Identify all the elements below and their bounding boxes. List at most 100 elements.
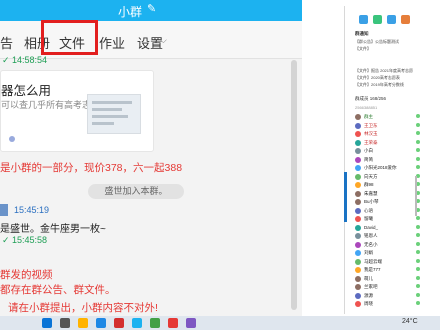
system-notice: 盛世加入本群。	[88, 184, 184, 199]
avatar	[355, 258, 361, 265]
online-status-icon	[416, 233, 420, 237]
member-name: 向天方	[364, 173, 378, 179]
member-list: 群主 王卫东 林汉玉 王荣泰 小白 简简 小阳光2018爱你 向天方 群98 朱嘉慧 Bu小琴 心语留…	[345, 113, 420, 313]
member-count: 群成员 168/256	[355, 96, 387, 101]
app-icon[interactable]	[401, 15, 410, 24]
avatar	[355, 250, 361, 256]
avatar	[355, 216, 361, 222]
phone-icon[interactable]	[359, 15, 368, 24]
qq-icon[interactable]	[132, 318, 142, 328]
card-description: 可以查几乎所有高考志	[1, 100, 92, 110]
message-timestamp: 15:45:19	[14, 205, 50, 215]
card-title: 器怎么用	[1, 84, 52, 98]
search-icon[interactable]	[60, 318, 70, 328]
member-name: 心语	[364, 207, 373, 213]
app-icon[interactable]	[114, 318, 124, 328]
title-bar: 小群 ✎	[0, 0, 302, 21]
screen-share-icon[interactable]	[387, 15, 396, 24]
message-text: 是盛世。金牛座男一枚~	[0, 224, 106, 235]
online-status-icon	[416, 122, 420, 127]
browser-icon[interactable]	[96, 318, 106, 328]
chat-title: 小群	[118, 5, 143, 19]
avatar	[355, 301, 361, 307]
avatar	[355, 267, 361, 273]
message-text: 请在小群提出，小群内容不对外!	[8, 302, 158, 314]
link-card[interactable]: 器怎么用 可以查几乎所有高考志	[0, 70, 154, 152]
member-name: Bu小琴	[364, 199, 379, 204]
notice-line: 【文件】报告 2021年度高考志愿	[355, 68, 414, 73]
member-name: 王卫东	[364, 122, 378, 128]
app-icon[interactable]	[168, 318, 178, 328]
member-search-input[interactable]: 2566388851	[355, 105, 377, 110]
avatar	[355, 207, 361, 214]
avatar	[355, 224, 361, 231]
start-icon[interactable]	[42, 318, 52, 328]
member-name: 朱嘉慧	[364, 190, 378, 196]
tab-announcement[interactable]: 告	[0, 33, 13, 52]
member-name: 兰家吧	[364, 284, 378, 289]
avatar	[355, 114, 361, 120]
notice-line: 【文件】2019年高考分数线	[355, 82, 404, 87]
notice-line: 【文件】	[355, 46, 371, 51]
card-source-icon	[9, 136, 15, 142]
avatar	[355, 284, 361, 290]
avatar	[355, 241, 361, 248]
chat-window: 小群 ✎ 告 相册 文件 作业 设置 ⌵ ✓ 14:58:54 器怎么用 可以查…	[0, 0, 302, 316]
member-name: 刘娟	[364, 250, 373, 255]
avatar	[355, 199, 361, 205]
files-tab-highlight	[41, 20, 98, 55]
online-status-icon	[416, 148, 420, 152]
member-name: 源源	[364, 292, 373, 298]
online-status-icon	[416, 275, 420, 280]
edit-icon[interactable]: ✎	[147, 2, 156, 15]
group-info-panel: 群通知 【群公告】公告标题测试 【文件】 【文件】报告 2021年度高考志愿 【…	[344, 6, 420, 314]
member-name: 无名小	[364, 241, 378, 247]
online-status-icon	[416, 258, 420, 263]
message-timestamp: 15:45:58	[12, 235, 48, 245]
online-status-icon	[416, 284, 420, 288]
weather-value: 24°C	[402, 318, 418, 325]
message-text: 都存在群公告、群文件。	[0, 284, 116, 296]
online-status-icon	[416, 301, 420, 305]
member-name: 周晓	[364, 301, 373, 306]
member-list-scrollbar[interactable]	[415, 176, 417, 216]
online-status-icon	[416, 139, 420, 144]
online-status-icon	[416, 267, 420, 271]
message-timestamp: 14:58:54	[12, 55, 48, 65]
avatar	[355, 173, 361, 180]
online-status-icon	[416, 131, 420, 135]
member-name: 铭恩人	[364, 233, 378, 238]
wechat-icon[interactable]	[150, 318, 160, 328]
notice-line: 【文件】2020高考志愿表	[355, 75, 400, 80]
chevron-down-icon[interactable]: ⌵	[160, 35, 167, 46]
video-icon[interactable]	[373, 15, 382, 24]
online-status-icon	[416, 216, 420, 220]
avatar	[355, 131, 361, 137]
notice-title: 群通知	[355, 31, 369, 36]
member-name: 简简	[364, 156, 373, 162]
member-name: 林汉玉	[364, 131, 378, 136]
avatar	[355, 122, 361, 129]
member-name: 小白	[364, 148, 373, 153]
avatar	[355, 182, 361, 188]
member-name: 马超云端	[364, 258, 382, 264]
message-text: 是小群的一部分，现价378，六一起388	[0, 162, 183, 174]
online-status-icon	[416, 292, 420, 297]
member-name: 留曦	[364, 216, 373, 221]
tab-homework[interactable]: 作业	[99, 33, 125, 52]
member-name: 小阳光2018爱你	[364, 165, 397, 170]
avatar	[355, 148, 361, 154]
online-status-icon	[416, 114, 420, 118]
sender-status-icon: ✓	[2, 235, 10, 245]
online-status-icon	[416, 224, 420, 229]
avatar[interactable]	[0, 204, 8, 216]
avatar	[355, 275, 361, 282]
sender-status-icon: ✓	[2, 55, 10, 65]
chat-scrollbar[interactable]	[291, 60, 297, 310]
member-name: 萌儿	[364, 275, 373, 281]
online-status-icon	[416, 156, 420, 161]
member-name: 我是777	[364, 267, 381, 272]
app-icon[interactable]	[186, 318, 196, 328]
folder-icon[interactable]	[78, 318, 88, 328]
avatar	[355, 139, 361, 146]
